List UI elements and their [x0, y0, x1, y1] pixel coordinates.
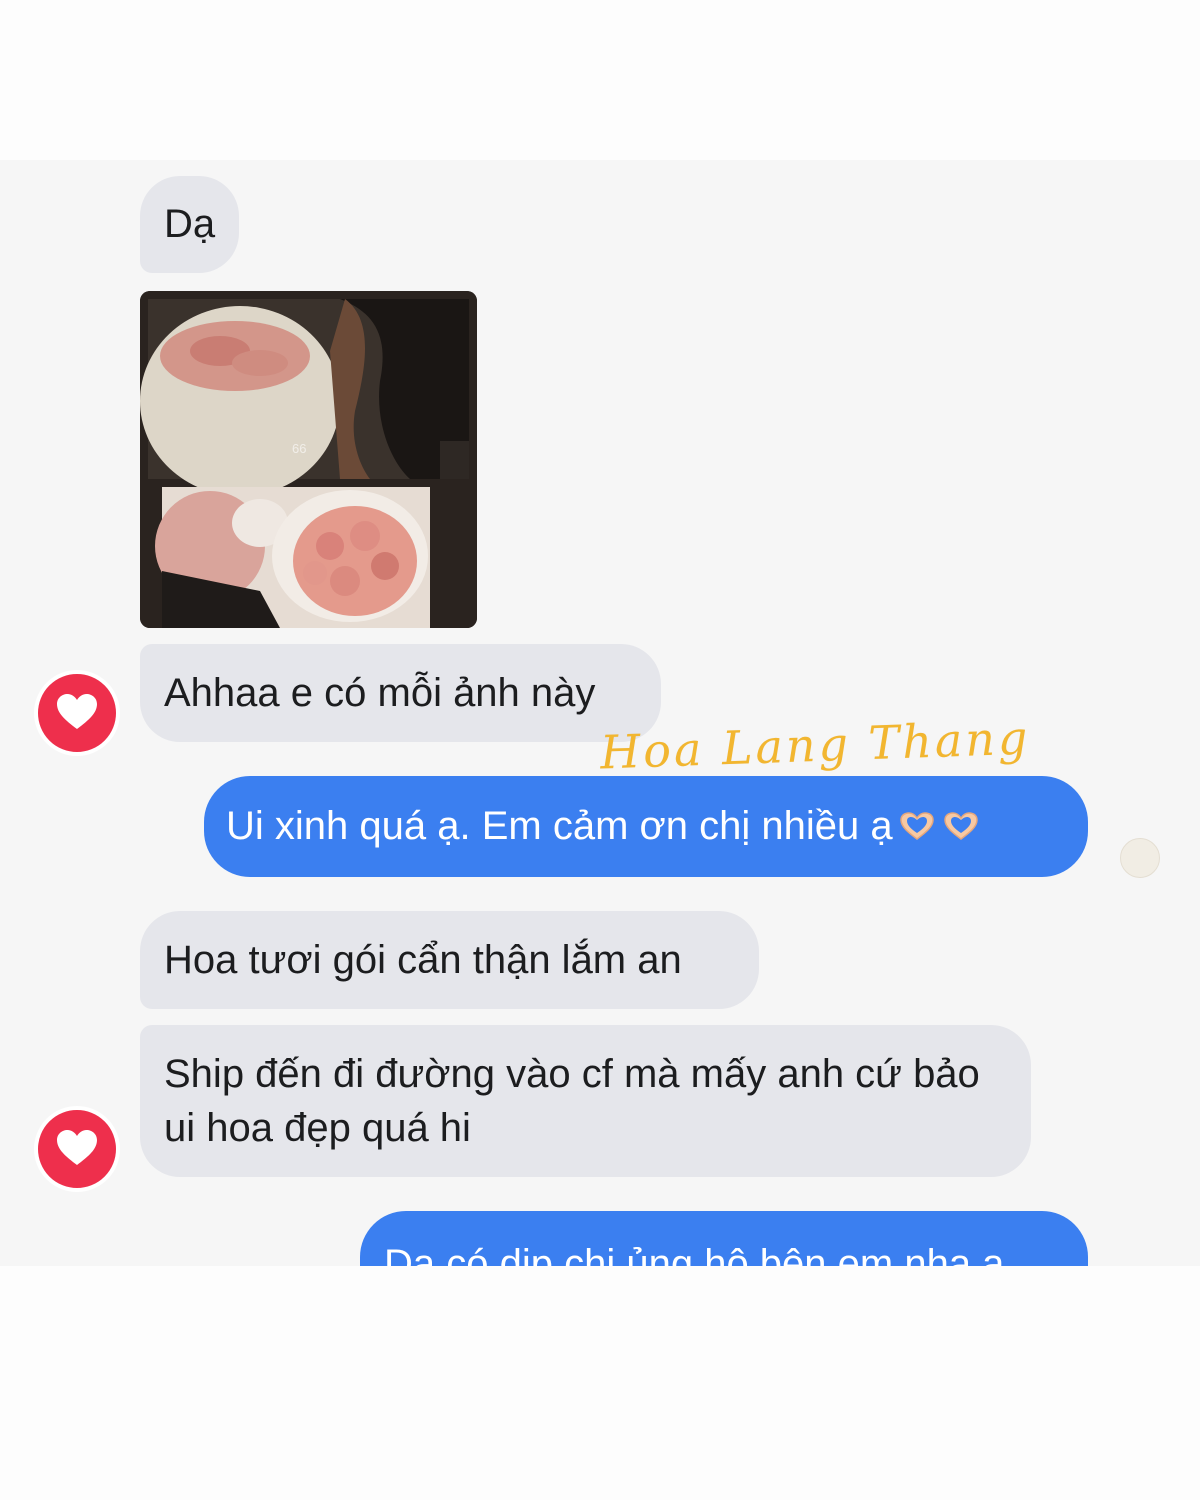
- message-bubble-incoming[interactable]: Dạ: [140, 176, 240, 273]
- message-bubble-incoming[interactable]: Hoa tươi gói cẩn thận lắm an: [140, 911, 759, 1009]
- message-text: Ship đến đi đường vào cf mà mấy anh cứ b…: [164, 1052, 980, 1150]
- message-bubble-incoming[interactable]: Ahhaa e có mỗi ảnh này: [140, 644, 661, 742]
- photo-overlay-label: 66: [292, 441, 307, 456]
- heart-hands-emoji: [943, 812, 978, 840]
- watermark: Hoa Lang Thang: [599, 710, 1032, 780]
- message-bubble-outgoing[interactable]: Dạ có dịp chị ủng hộ bên em nha ạ: [360, 1211, 1088, 1266]
- seen-avatar: [1120, 838, 1160, 878]
- message-text: Ui xinh quá ạ. Em cảm ơn chị nhiều ạ: [226, 804, 893, 848]
- message-bubble-outgoing[interactable]: Ui xinh quá ạ. Em cảm ơn chị nhiều ạ: [204, 776, 1088, 877]
- heart-icon: [57, 694, 97, 729]
- heart-icon: [57, 1130, 97, 1165]
- message-text: Dạ: [164, 202, 216, 246]
- screen: Dạ 66 Ahhaa e có mỗi ảnh này Hoa Lang Th…: [0, 0, 1200, 1500]
- heart-reaction[interactable]: [34, 670, 120, 756]
- message-text: Ahhaa e có mỗi ảnh này: [164, 671, 596, 715]
- message-bubble-incoming[interactable]: Ship đến đi đường vào cf mà mấy anh cứ b…: [140, 1025, 1031, 1177]
- bouquet-photo: [140, 291, 477, 628]
- message-text: Hoa tươi gói cẩn thận lắm an: [164, 938, 682, 982]
- heart-hands-emoji: [899, 812, 934, 840]
- conversation-area[interactable]: Dạ 66 Ahhaa e có mỗi ảnh này Hoa Lang Th…: [0, 160, 1200, 1266]
- heart-reaction[interactable]: [34, 1106, 120, 1192]
- photo-message[interactable]: 66: [140, 291, 477, 628]
- message-text: Dạ có dịp chị ủng hộ bên em nha ạ: [384, 1242, 1005, 1266]
